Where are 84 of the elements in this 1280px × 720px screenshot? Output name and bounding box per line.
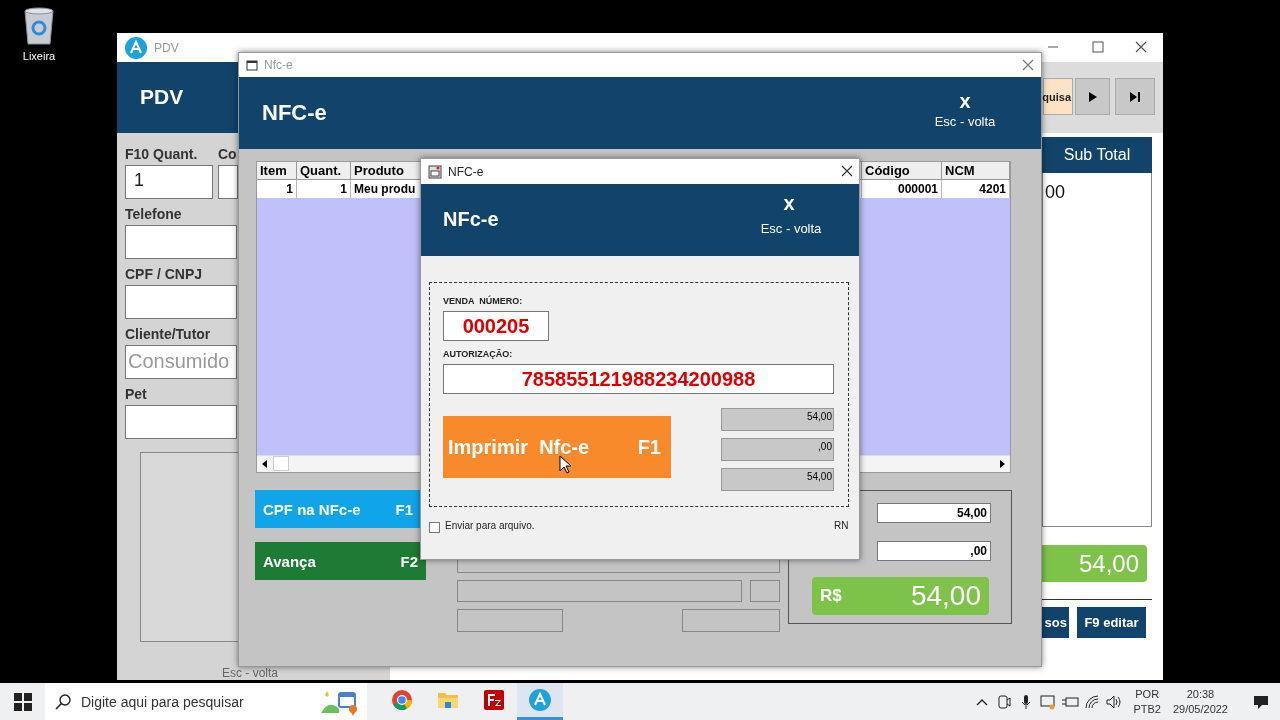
column-header: Quant. <box>297 162 351 180</box>
shortcut-hint: Esc - volta <box>759 221 823 236</box>
input-field[interactable] <box>125 285 237 319</box>
power-plug-icon[interactable] <box>1061 695 1080 708</box>
maximize-icon[interactable] <box>1092 41 1104 53</box>
display-icon[interactable] <box>1040 693 1057 710</box>
header-title: NFc-e <box>443 208 499 231</box>
amount-readout: 54,00 <box>721 408 834 431</box>
search-button[interactable]: quisa <box>1043 78 1073 115</box>
triangle-logo-icon <box>528 688 552 712</box>
authorization-field: 785855121988234200988 <box>443 364 834 394</box>
field-label: Telefone <box>125 205 183 224</box>
table-cell: 4201 <box>942 180 1010 198</box>
play-icon <box>1087 90 1098 103</box>
window-title: PDV <box>154 40 179 55</box>
table-cell: 00 <box>1042 173 1152 527</box>
field-label: Cliente/Tutor <box>125 325 212 344</box>
column-header: Item <box>257 162 297 180</box>
header-title: PDV <box>140 85 184 109</box>
field-label: F10 Quant. <box>125 145 199 164</box>
filezilla-icon <box>483 689 505 711</box>
mouse-cursor-icon <box>559 455 571 474</box>
windows-logo-icon <box>13 692 32 711</box>
total-display: 54,00 <box>1042 545 1147 582</box>
recycle-bin-icon[interactable] <box>22 6 56 46</box>
total-display: R$ 54,00 <box>812 577 989 615</box>
input-field[interactable]: 1 <box>125 165 213 199</box>
field-label: Pet <box>125 385 148 404</box>
sale-number-field: 000205 <box>443 311 549 341</box>
amount-readout: 54,00 <box>721 468 834 491</box>
language-indicator[interactable]: POR PTB2 <box>1133 686 1161 717</box>
last-button[interactable] <box>1115 78 1155 115</box>
input-field[interactable] <box>750 580 780 602</box>
scroll-thumb[interactable] <box>273 456 289 471</box>
input-field[interactable] <box>125 225 237 259</box>
input-field[interactable] <box>125 405 237 439</box>
speaker-icon[interactable] <box>1106 694 1123 709</box>
shortcut-hint: Esc - volta <box>933 114 997 129</box>
column-header: Sub Total <box>1042 137 1152 173</box>
amount-field[interactable]: ,00 <box>877 541 991 561</box>
close-icon[interactable] <box>1135 41 1147 53</box>
action-button[interactable]: sos <box>1042 607 1069 638</box>
field-label: CPF / CNPJ <box>125 265 203 284</box>
input-field[interactable] <box>457 609 563 632</box>
column-header: Código <box>862 162 942 180</box>
chevron-up-icon[interactable] <box>976 697 989 706</box>
shortcut-button[interactable]: Avança F2 <box>255 542 426 580</box>
checkbox[interactable] <box>429 522 440 533</box>
amount-readout: ,00 <box>721 438 834 461</box>
clock[interactable]: 20:38 29/05/2022 <box>1172 686 1228 717</box>
amount-field[interactable]: 54,00 <box>877 503 991 523</box>
input-field[interactable] <box>682 609 780 632</box>
column-header: NCM <box>942 162 1010 180</box>
window-title: NFC-e <box>448 164 484 179</box>
next-button[interactable] <box>1075 78 1110 115</box>
close-icon[interactable] <box>841 165 853 177</box>
search-field[interactable]: Digite aqui para pesquisar <box>45 683 367 720</box>
action-button[interactable]: F9 editar <box>1077 607 1146 638</box>
table-cell: 000001 <box>862 180 942 198</box>
field-label: AUTORIZAÇÃO: <box>443 349 513 359</box>
microphone-icon[interactable] <box>1021 693 1032 710</box>
search-icon <box>55 693 71 710</box>
folder-icon <box>437 690 459 710</box>
window-title: Nfc-e <box>264 58 293 72</box>
camera-icon[interactable] <box>997 693 1012 710</box>
window-icon <box>246 59 258 71</box>
field-label: VENDA NÚMERO: <box>443 296 523 306</box>
state-label: RN <box>834 520 849 531</box>
close-mark[interactable]: x <box>925 90 1005 113</box>
checkbox-label[interactable]: Enviar para arquivo. <box>445 520 535 531</box>
printer-icon <box>428 164 442 179</box>
table-cell: 1 <box>297 180 351 198</box>
taskbar-app[interactable] <box>517 683 563 720</box>
header-title: NFC-e <box>262 100 327 126</box>
field-label: Co <box>218 145 238 164</box>
notification-icon[interactable] <box>1253 693 1269 710</box>
chrome-icon <box>391 689 413 711</box>
wifi-icon[interactable] <box>1084 694 1101 709</box>
skip-end-icon <box>1129 90 1141 103</box>
input-field[interactable] <box>218 165 238 199</box>
desktop-icon-label[interactable]: Lixeira <box>22 50 56 62</box>
input-field[interactable] <box>457 580 742 602</box>
table-cell: 1 <box>257 180 297 198</box>
shortcut-hint: Esc - volta <box>222 667 278 680</box>
